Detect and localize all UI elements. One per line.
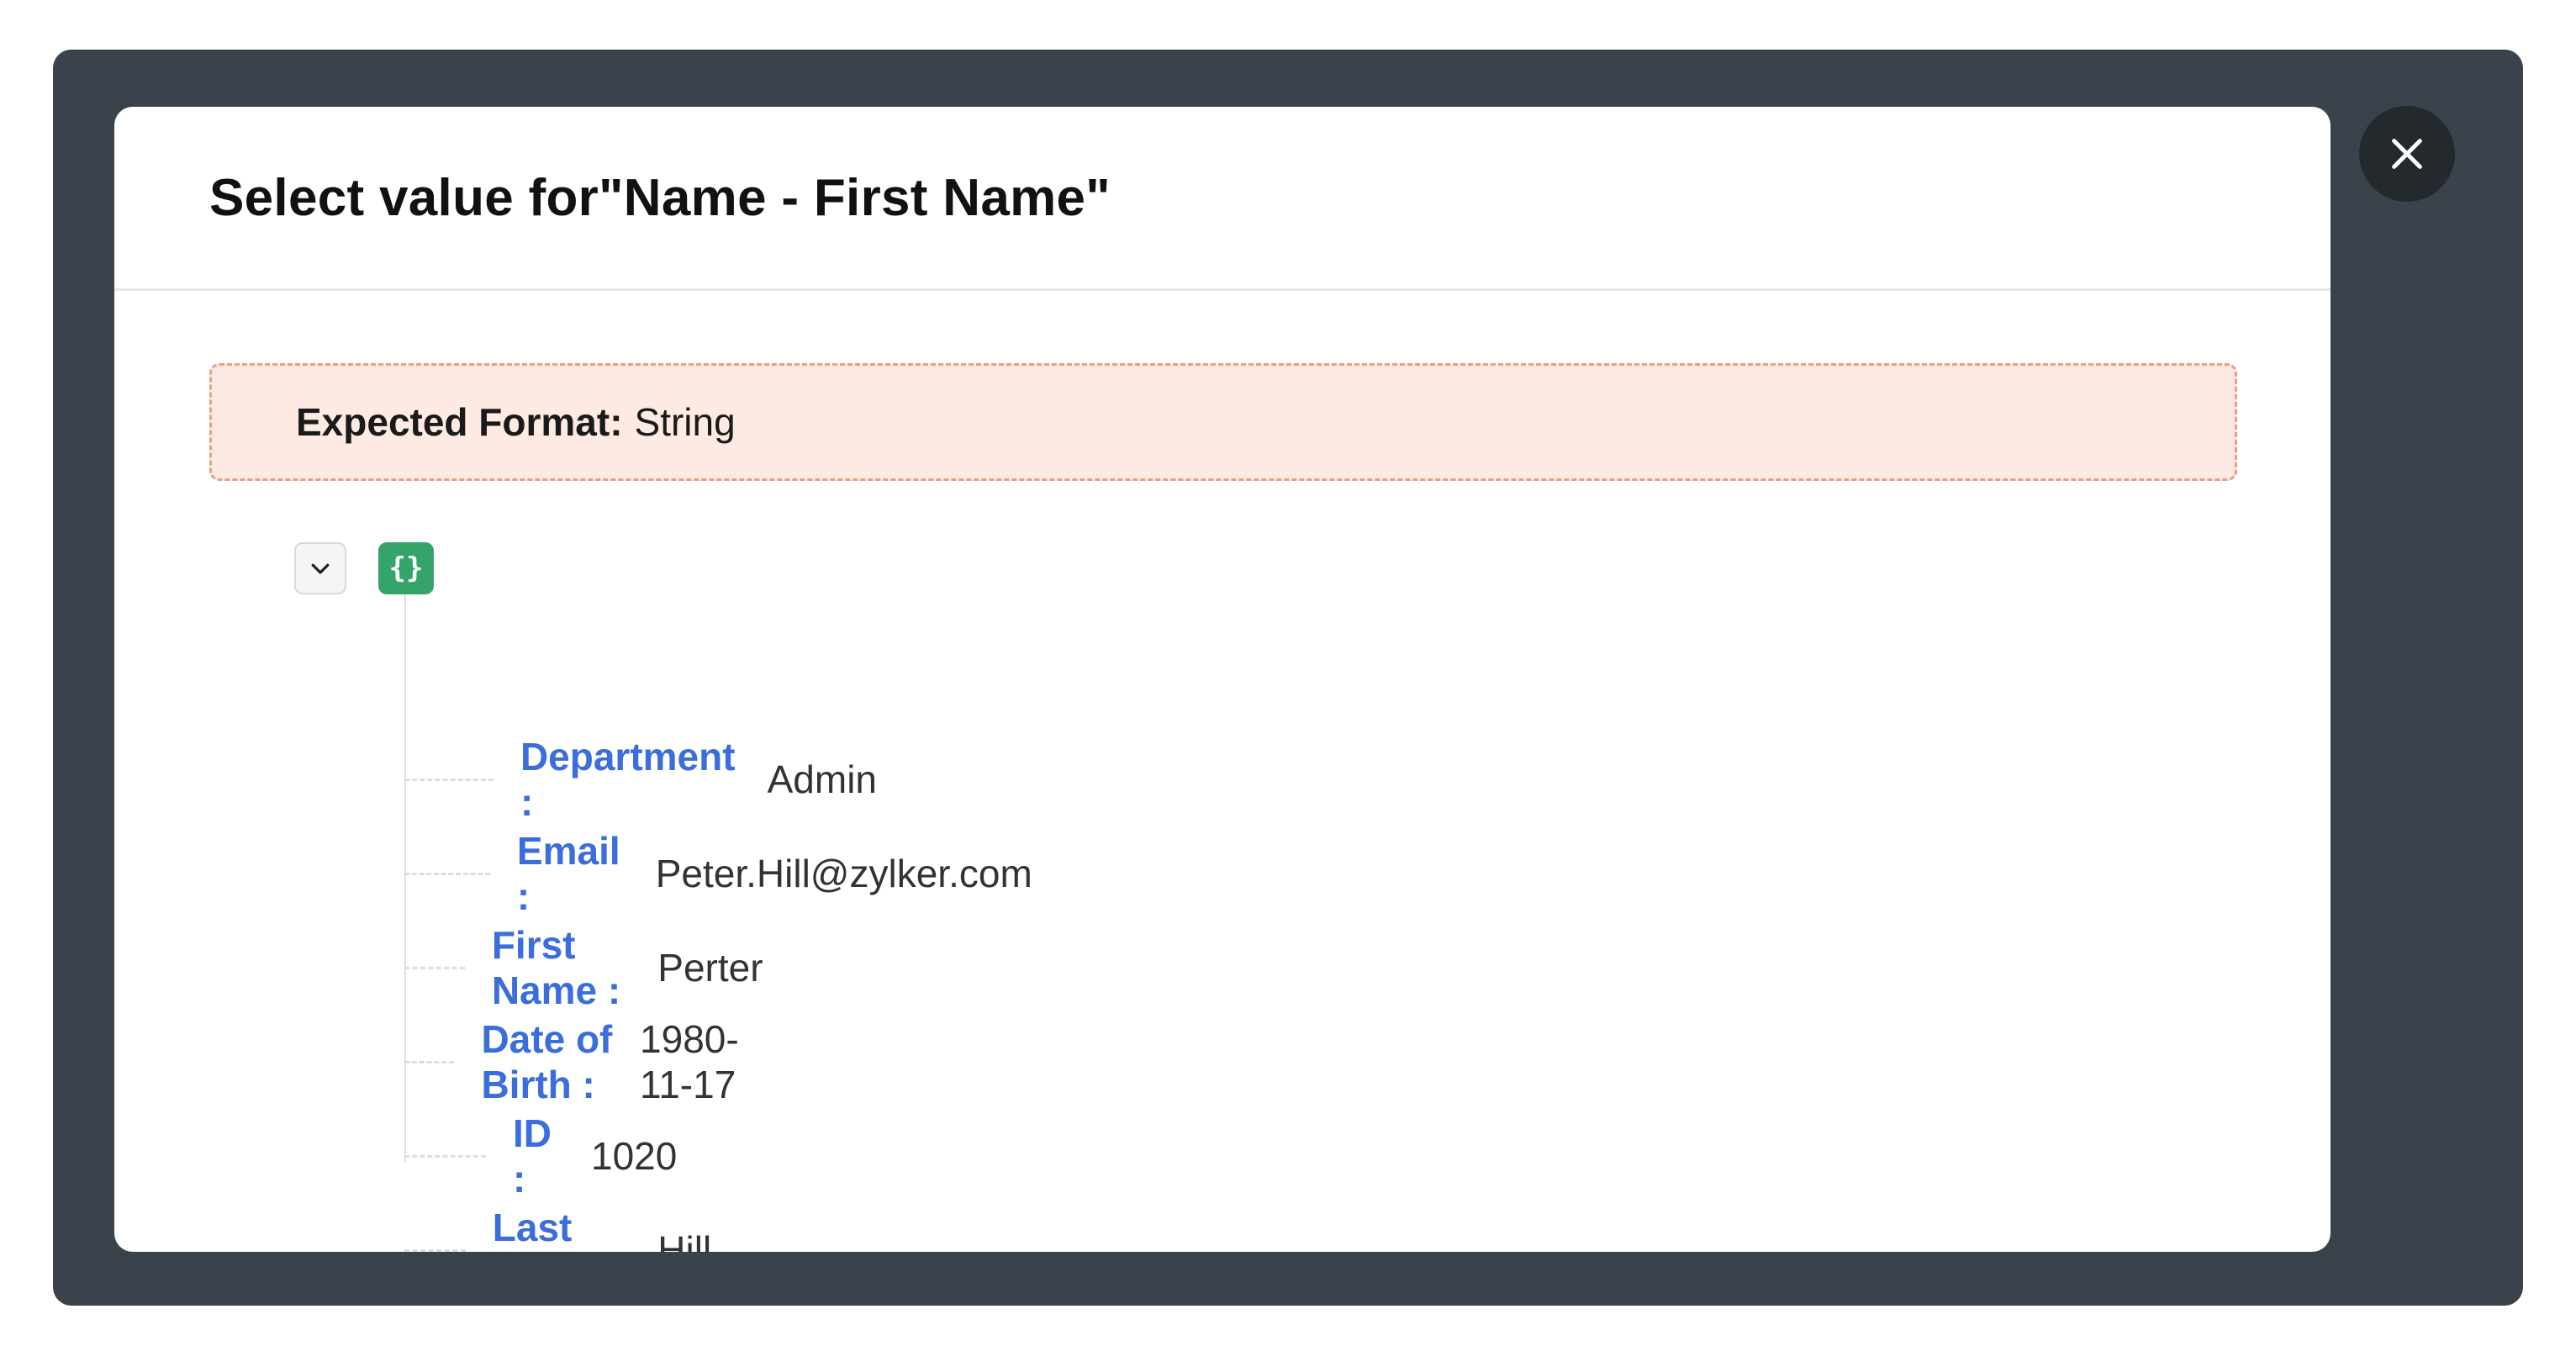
tree-item-key: Date of Birth : <box>481 1017 613 1106</box>
tree-branch-line <box>404 1248 466 1252</box>
dialog-title: Select value for"Name - First Name" <box>209 168 1111 227</box>
tree-item-id[interactable]: ID : 1020 <box>404 1111 678 1201</box>
tree-branch-line <box>404 966 465 969</box>
close-icon <box>2392 139 2422 169</box>
tree-item-key: Email : <box>516 829 620 918</box>
tree-item-value: Peter.Hill@zylker.com <box>655 852 1032 895</box>
expected-format-value: String <box>634 400 736 444</box>
select-value-dialog: Select value for"Name - First Name" Expe… <box>114 107 2331 1252</box>
close-button[interactable] <box>2359 106 2455 202</box>
expected-format-banner: Expected Format: String <box>209 363 2237 481</box>
tree-item-date-of-birth[interactable]: Date of Birth : 1980-11-17 <box>404 1017 742 1106</box>
tree-item-department[interactable]: Department : Admin <box>404 735 877 824</box>
tree-item-last-name[interactable]: Last Name : Hill <box>404 1206 712 1252</box>
tree-item-key: Department : <box>520 735 736 824</box>
tree-branch-line <box>404 1154 486 1158</box>
tree-item-key: Last Name : <box>492 1206 621 1252</box>
tree-item-value: 1980-11-17 <box>640 1017 739 1106</box>
tree-branch-line <box>404 872 490 875</box>
tree-item-key: ID : <box>512 1111 552 1201</box>
tree-item-email[interactable]: Email : Peter.Hill@zylker.com <box>404 829 1032 918</box>
tree-item-value: Hill <box>657 1228 712 1252</box>
tree-item-first-name[interactable]: First Name : Perter <box>404 923 763 1012</box>
tree-branch-line <box>404 778 494 781</box>
tree-item-value: 1020 <box>591 1134 678 1178</box>
tree-item-value: Perter <box>657 946 763 990</box>
chevron-down-icon <box>311 563 330 574</box>
dialog-header: Select value for"Name - First Name" <box>114 107 2331 291</box>
tree-item-key: First Name : <box>491 923 621 1012</box>
tree-item-value: Admin <box>767 757 877 801</box>
object-type-badge: {} <box>378 542 434 594</box>
expected-format-label: Expected Format: <box>296 400 623 444</box>
collapse-toggle-button[interactable] <box>294 542 346 594</box>
tree-branch-line <box>404 1060 455 1064</box>
